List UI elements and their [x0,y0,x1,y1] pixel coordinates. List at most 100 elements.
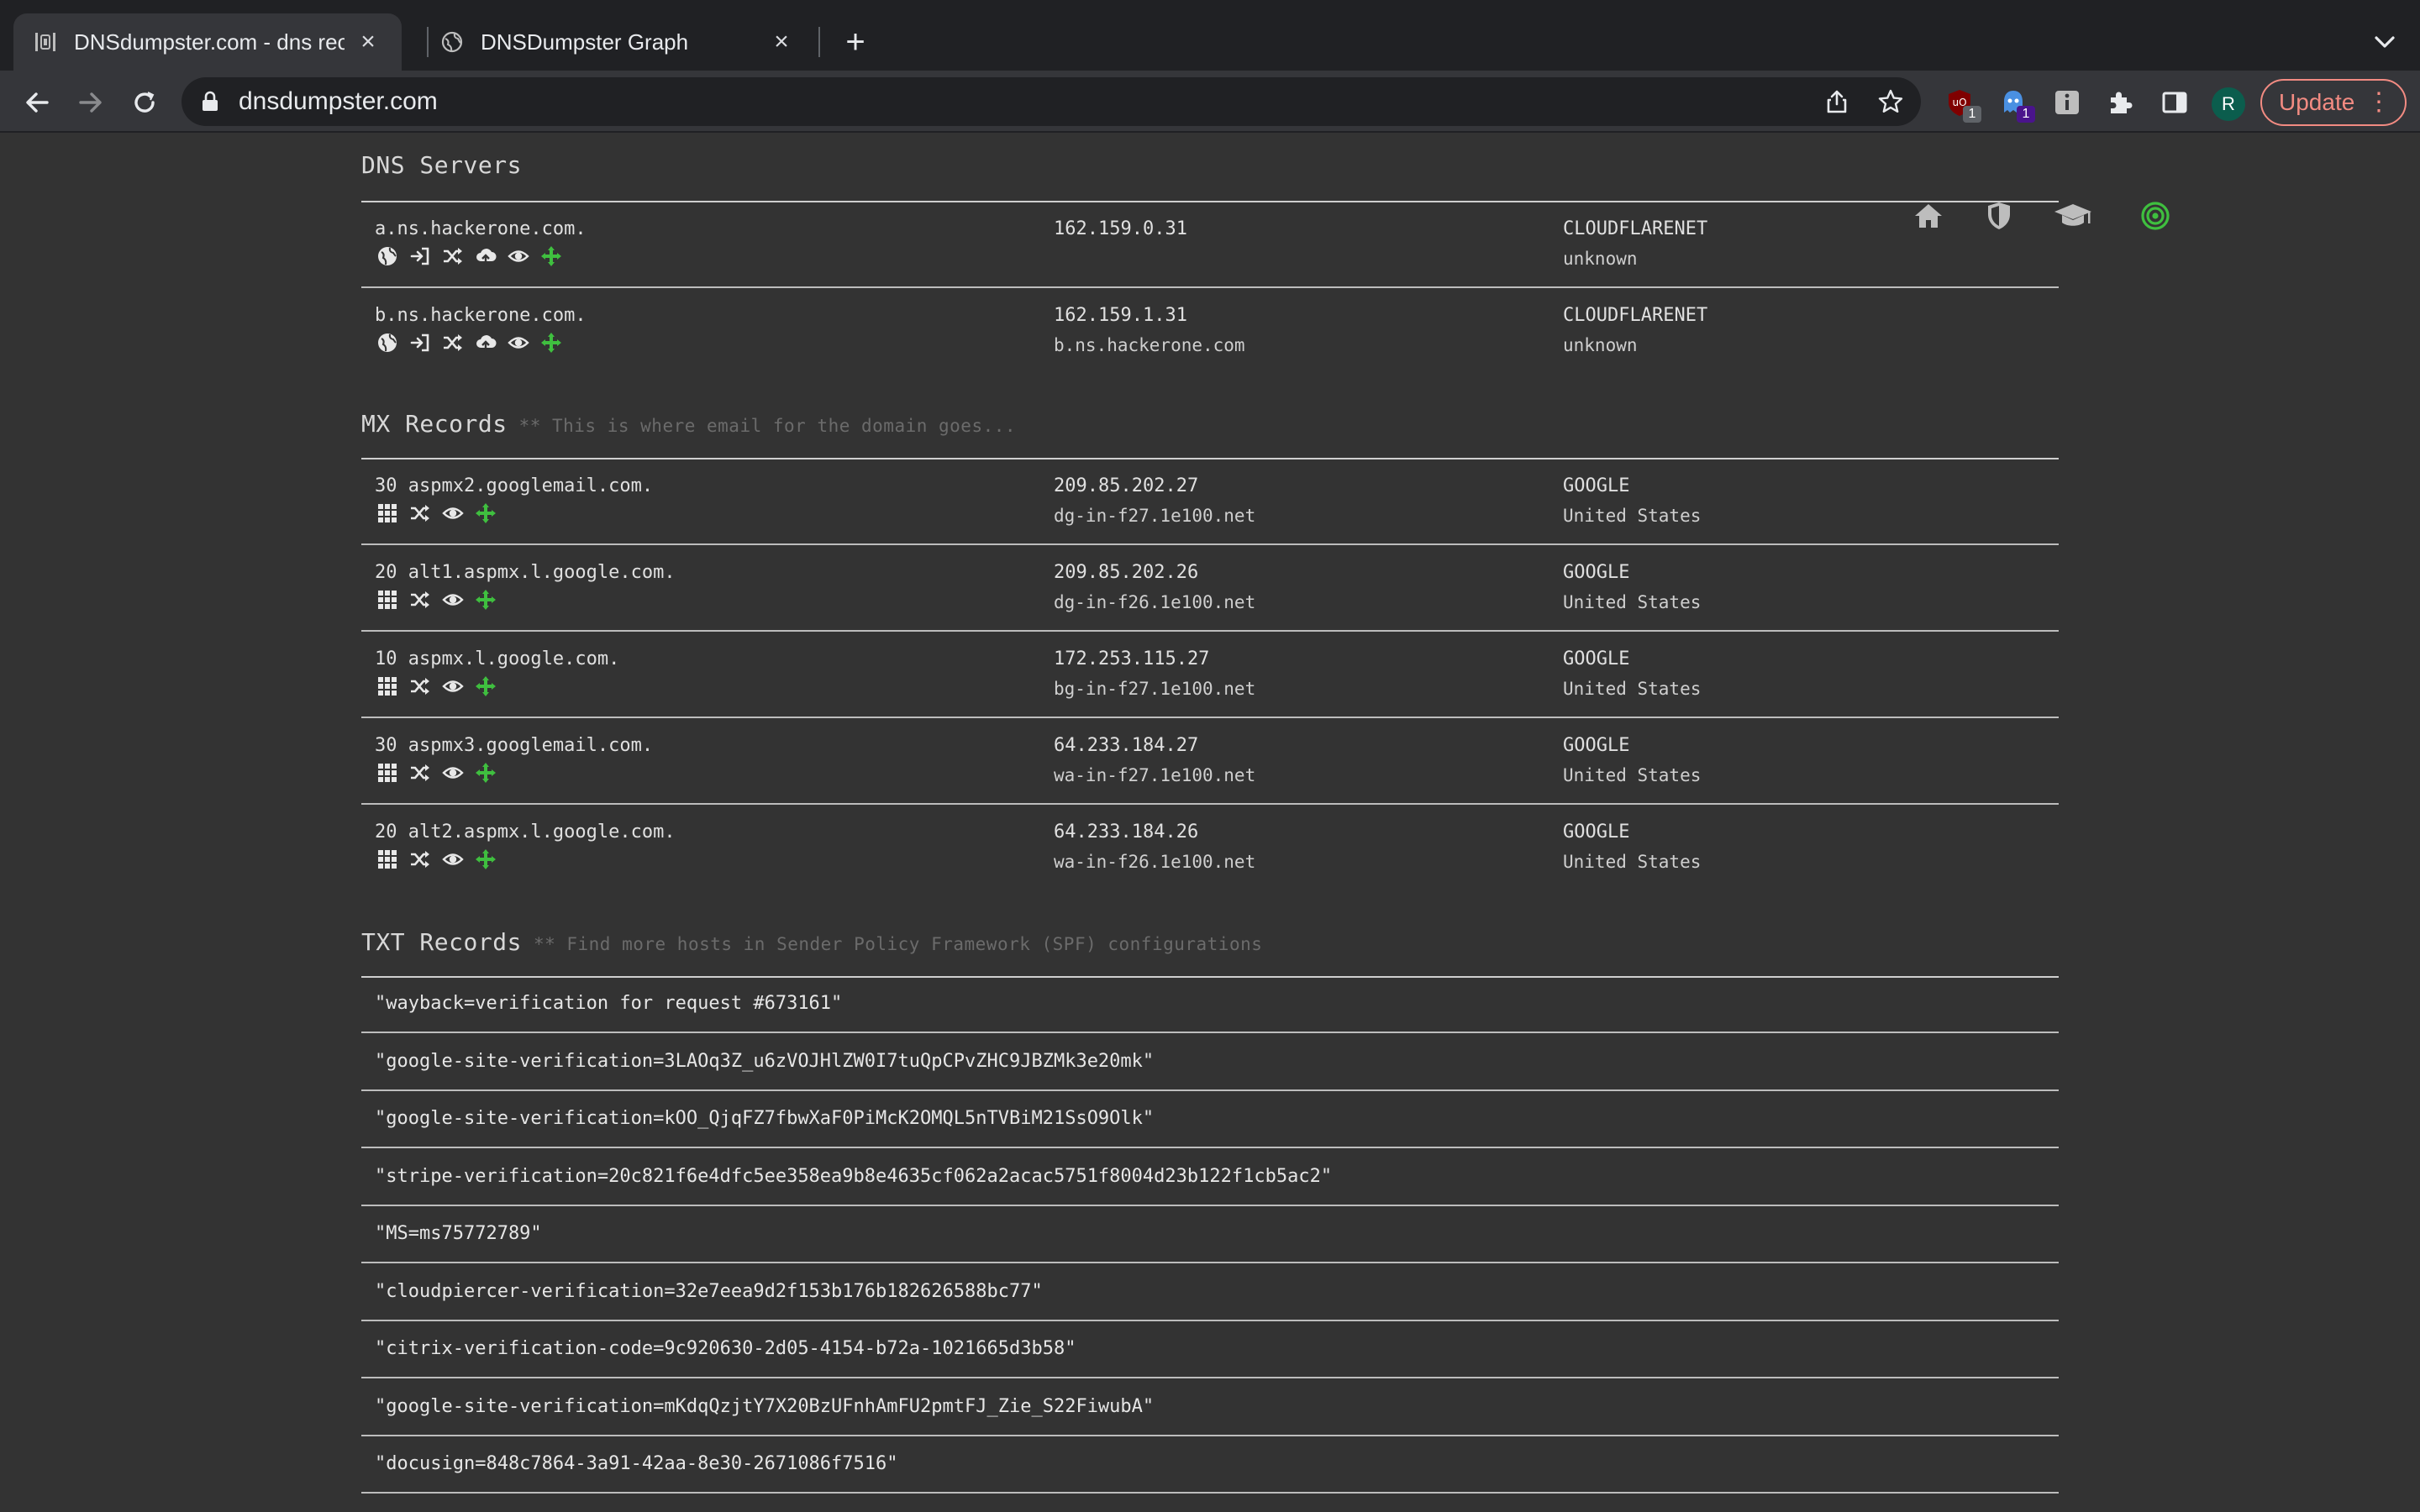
record-reverse-dns: wa-in-f27.1e100.net [1054,765,1256,785]
eye-icon[interactable] [440,674,466,699]
record-ip: 162.159.1.31 [1054,305,1187,326]
random-icon[interactable] [440,244,466,269]
globe-icon[interactable] [375,330,400,355]
divider [361,1434,2059,1436]
divider [361,1089,2059,1091]
grid-icon[interactable] [375,501,400,526]
crosshairs-icon[interactable] [473,847,498,872]
sign-in-icon[interactable] [408,330,433,355]
tab-title: DNSdumpster.com - dns recon [74,29,345,55]
extension-badge: 1 [1963,106,1981,123]
record-reverse-dns: wa-in-f26.1e100.net [1054,852,1256,872]
mx_records-row: 20 alt2.aspmx.l.google.com. 64.233.184.26… [361,822,2059,905]
globe-icon[interactable] [375,244,400,269]
record-asn: GOOGLE [1563,648,1630,669]
divider [361,1204,2059,1206]
info-extension-icon[interactable] [2050,86,2084,119]
tab-dnsdumpster[interactable]: DNSdumpster.com - dns recon × [13,13,402,71]
record-country: unknown [1563,249,1638,269]
cloud-upload-icon[interactable] [473,244,498,269]
ghostery-icon[interactable]: 1 [1996,86,2035,123]
share-icon[interactable] [1823,88,1850,115]
record-asn: CLOUDFLARENET [1563,305,1708,326]
eye-icon[interactable] [440,760,466,785]
crosshairs-icon[interactable] [539,330,564,355]
cloud-upload-icon[interactable] [473,330,498,355]
grid-icon[interactable] [375,760,400,785]
random-icon[interactable] [408,847,433,872]
tab-separator [818,27,820,57]
eye-icon[interactable] [440,847,466,872]
txt-records-heading: TXT Records ** Find more hosts in Sender … [361,928,1262,956]
random-icon[interactable] [408,501,433,526]
record-host[interactable]: 30 aspmx3.googlemail.com. [375,735,653,756]
record-reverse-dns: bg-in-f27.1e100.net [1054,679,1256,699]
dns_servers-row: b.ns.hackerone.com. 162.159.1.31 b.ns.hack… [361,305,2059,388]
forward-arrow-icon[interactable] [72,84,109,121]
eye-icon[interactable] [440,501,466,526]
lock-icon[interactable] [200,91,220,113]
section-subtitle: ** This is where email for the domain go… [518,416,1017,436]
reload-icon[interactable] [126,84,163,121]
record-country: unknown [1563,335,1638,355]
back-arrow-icon[interactable] [18,84,55,121]
address-bar[interactable]: dnsdumpster.com [182,77,1921,126]
record-host[interactable]: a.ns.hackerone.com. [375,218,587,239]
new-tab-plus-icon[interactable]: + [837,24,874,60]
browser-tab-strip: DNSdumpster.com - dns recon × DNSDumpste… [0,0,2420,71]
divider [361,976,2059,978]
ublock-origin-icon[interactable]: uO 1 [1943,86,1981,123]
random-icon[interactable] [440,330,466,355]
more-vertical-icon[interactable]: ⋮ [2366,81,2391,124]
record-host[interactable]: 20 alt1.aspmx.l.google.com. [375,562,676,583]
grid-icon[interactable] [375,587,400,612]
random-icon[interactable] [408,587,433,612]
bookmark-star-icon[interactable] [1877,88,1904,115]
txt-record: "MS=ms75772789" [375,1223,542,1244]
extensions-puzzle-icon[interactable] [2104,86,2138,119]
eye-icon[interactable] [506,330,531,355]
record-country: United States [1563,592,1702,612]
crosshairs-icon[interactable] [473,760,498,785]
random-icon[interactable] [408,760,433,785]
sign-in-icon[interactable] [408,244,433,269]
record-asn: GOOGLE [1563,475,1630,496]
browser-toolbar: dnsdumpster.com uO 1 1 R Update ⋮ [0,71,2420,133]
mx_records-row: 30 aspmx3.googlemail.com. 64.233.184.27 wa… [361,735,2059,818]
url-text[interactable]: dnsdumpster.com [239,87,438,116]
tab-dnsdumpster-graph[interactable]: DNSDumpster Graph × [420,13,815,71]
tab-search-chevron-down-icon[interactable] [2368,25,2402,59]
grid-icon[interactable] [375,674,400,699]
random-icon[interactable] [408,674,433,699]
crosshairs-icon[interactable] [473,587,498,612]
record-host[interactable]: b.ns.hackerone.com. [375,305,587,326]
crosshairs-icon[interactable] [473,674,498,699]
record-host[interactable]: 30 aspmx2.googlemail.com. [375,475,653,496]
record-asn: CLOUDFLARENET [1563,218,1708,239]
tab-close-icon[interactable]: × [766,27,797,57]
update-button-label: Update [2279,89,2355,115]
txt-record: "google-site-verification=kOO_QjqFZ7fbwX… [375,1108,1155,1129]
txt-record: "docusign=848c7864-3a91-42aa-8e30-267108… [375,1453,898,1474]
crosshairs-icon[interactable] [539,244,564,269]
mx_records-row: 30 aspmx2.googlemail.com. 209.85.202.27 dg… [361,475,2059,559]
record-host[interactable]: 10 aspmx.l.google.com. [375,648,619,669]
divider [361,543,2059,545]
record-country: United States [1563,765,1702,785]
record-asn: GOOGLE [1563,822,1630,843]
record-country: United States [1563,852,1702,872]
txt-record: "wayback=verification for request #67316… [375,993,843,1014]
divider [361,1147,2059,1148]
eye-icon[interactable] [440,587,466,612]
update-button[interactable]: Update ⋮ [2260,79,2407,126]
crosshairs-icon[interactable] [473,501,498,526]
grid-icon[interactable] [375,847,400,872]
record-host[interactable]: 20 alt2.aspmx.l.google.com. [375,822,676,843]
eye-icon[interactable] [506,244,531,269]
divider [361,286,2059,288]
profile-avatar[interactable]: R [2212,87,2245,121]
side-panel-icon[interactable] [2158,86,2191,119]
target-icon[interactable] [2134,195,2176,237]
tab-close-icon[interactable]: × [353,27,383,57]
record-action-icons [375,674,498,699]
